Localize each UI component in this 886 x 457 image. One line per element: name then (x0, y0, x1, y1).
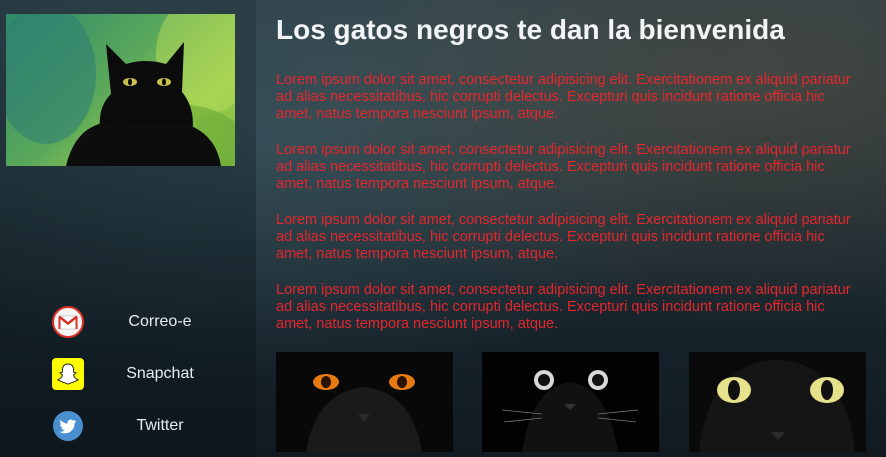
social-link-twitter[interactable]: Twitter (0, 406, 256, 446)
gmail-icon (52, 306, 84, 338)
social-link-email[interactable]: Correo-e (0, 302, 256, 342)
sidebar: Correo-e Snapchat Twitter (0, 0, 256, 457)
black-cat-photo (6, 14, 235, 166)
social-label-email: Correo-e (128, 313, 192, 330)
cat-orange-eyes-photo (276, 352, 453, 452)
lorem-paragraph: Lorem ipsum dolor sit amet, consectetur … (276, 72, 851, 122)
lorem-paragraph: Lorem ipsum dolor sit amet, consectetur … (276, 282, 851, 332)
social-link-snapchat[interactable]: Snapchat (0, 354, 256, 394)
page-title: Los gatos negros te dan la bienvenida (276, 14, 785, 45)
twitter-icon (52, 410, 84, 442)
main-content: Los gatos negros te dan la bienvenida Lo… (256, 0, 886, 457)
lorem-paragraph: Lorem ipsum dolor sit amet, consectetur … (276, 142, 851, 192)
cat-white-eyes-photo (482, 352, 659, 452)
snapchat-icon (52, 358, 84, 390)
lorem-paragraph: Lorem ipsum dolor sit amet, consectetur … (276, 212, 851, 262)
cat-yellow-eyes-photo (689, 352, 866, 452)
social-label-twitter: Twitter (136, 417, 184, 434)
social-label-snapchat: Snapchat (126, 365, 194, 382)
